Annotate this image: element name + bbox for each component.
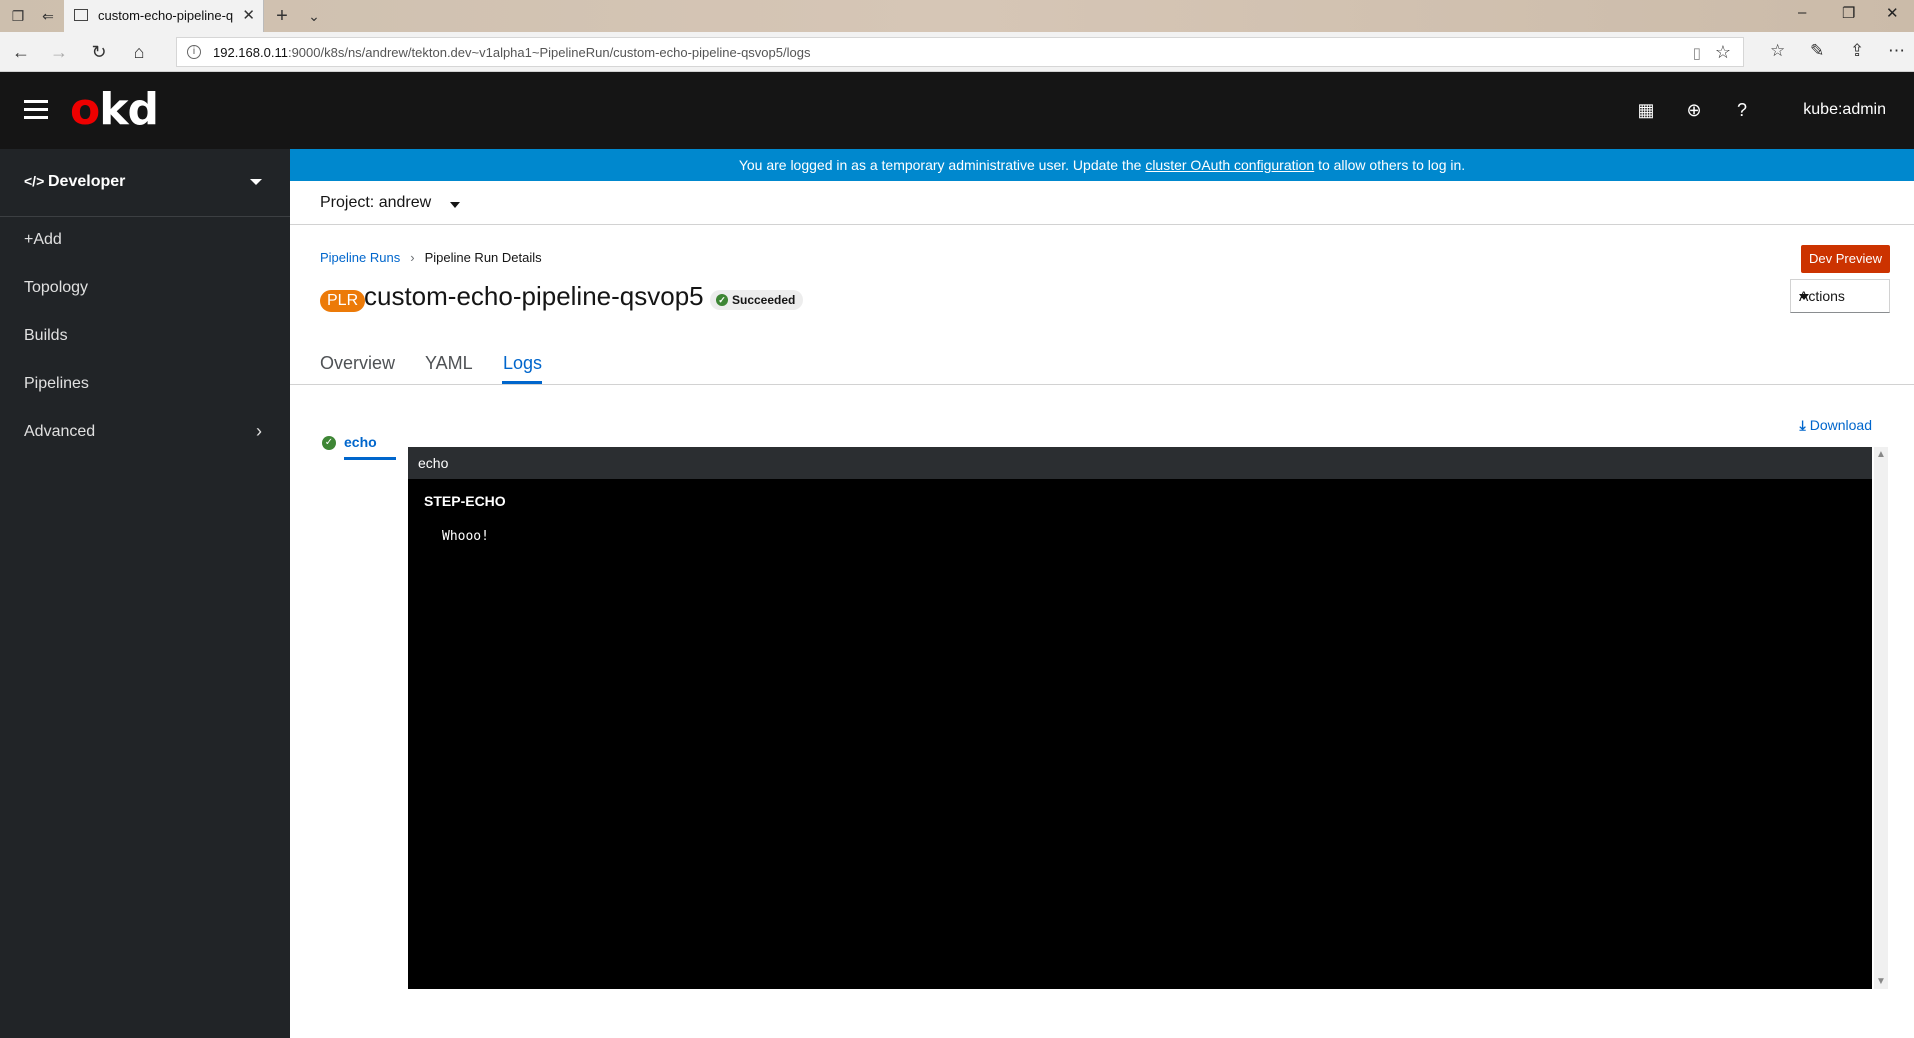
minimize-icon[interactable]: –: [1798, 4, 1806, 21]
sidebar-item-builds[interactable]: Builds: [0, 313, 290, 361]
breadcrumb-pipeline-runs[interactable]: Pipeline Runs: [320, 250, 400, 265]
sidebar-item-add[interactable]: +Add: [0, 217, 290, 265]
check-circle-icon: ✓: [322, 436, 336, 450]
tab-bar: Overview YAML Logs: [290, 343, 1914, 385]
restore-icon[interactable]: ❐: [1842, 4, 1855, 22]
status-badge: ✓ Succeeded: [710, 290, 804, 310]
home-icon[interactable]: ⌂: [128, 41, 150, 63]
url-field[interactable]: i 192.168.0.11:9000/k8s/ns/andrew/tekton…: [176, 37, 1744, 67]
breadcrumb: Pipeline Runs › Pipeline Run Details: [320, 250, 542, 265]
task-list-item[interactable]: ✓ echo: [320, 427, 396, 467]
sidebar-item-advanced[interactable]: Advanced ›: [0, 409, 290, 457]
resource-badge: PLR: [320, 290, 366, 312]
pipeline-run-name: custom-echo-pipeline-qsvop5: [364, 281, 704, 311]
import-plus-icon[interactable]: ⊕: [1684, 100, 1704, 120]
close-window-icon[interactable]: ✕: [1886, 4, 1899, 22]
status-label: Succeeded: [732, 293, 796, 307]
close-tab-icon[interactable]: ✕: [242, 6, 255, 24]
url-text: 192.168.0.11:9000/k8s/ns/andrew/tekton.d…: [213, 45, 810, 60]
new-tab-icon[interactable]: +: [272, 6, 292, 26]
browser-tab[interactable]: custom-echo-pipeline-q ✕: [64, 0, 264, 32]
page-icon: [74, 9, 88, 21]
more-icon[interactable]: ⋯: [1888, 41, 1905, 61]
sidebar-item-label: Topology: [24, 279, 89, 296]
active-task-indicator: [344, 457, 396, 460]
app-launcher-grid-icon[interactable]: ▦: [1636, 100, 1656, 120]
log-step-name: STEP-ECHO: [424, 493, 506, 509]
perspective-label: Developer: [48, 173, 126, 190]
chevron-right-icon: ›: [410, 250, 415, 265]
sidebar-item-pipelines[interactable]: Pipelines: [0, 361, 290, 409]
log-line: Whooo!: [442, 529, 489, 544]
caret-down-icon[interactable]: [450, 202, 460, 208]
tab-logs[interactable]: Logs: [503, 353, 542, 374]
sidebar-item-topology[interactable]: Topology: [0, 265, 290, 313]
tab-actions-icon[interactable]: ❐: [8, 6, 28, 26]
log-window[interactable]: echo STEP-ECHO Whooo!: [408, 447, 1872, 989]
actions-dropdown[interactable]: Actions: [1790, 279, 1890, 313]
cluster-banner: You are logged in as a temporary adminis…: [290, 149, 1914, 181]
active-tab-indicator: [502, 381, 542, 384]
log-scrollbar[interactable]: ▲ ▼: [1874, 447, 1888, 989]
favorites-icon[interactable]: ☆: [1770, 41, 1785, 61]
tab-list-chevron-icon[interactable]: ⌄: [304, 6, 324, 26]
banner-text-end: to allow others to log in.: [1314, 157, 1466, 173]
task-label: echo: [344, 434, 377, 450]
url-host: 192.168.0.11: [213, 45, 288, 60]
notes-icon[interactable]: ✎: [1810, 41, 1824, 61]
log-window-title: echo: [408, 447, 1872, 479]
banner-text: You are logged in as a temporary adminis…: [738, 157, 1146, 173]
caret-down-icon: [1799, 294, 1809, 300]
project-bar: Project: andrew: [290, 181, 1914, 225]
download-label: Download: [1809, 417, 1872, 433]
browser-address-bar: ← → ↻ ⌂ i 192.168.0.11:9000/k8s/ns/andre…: [0, 32, 1914, 72]
tab-yaml[interactable]: YAML: [425, 353, 473, 374]
refresh-icon[interactable]: ↻: [88, 41, 110, 63]
set-aside-tabs-icon[interactable]: ⇐: [38, 6, 58, 26]
dev-preview-badge: Dev Preview: [1801, 245, 1890, 273]
sidebar-item-label: +Add: [24, 231, 62, 248]
masthead: okd ▦ ⊕ ? kube:admin: [0, 72, 1914, 149]
reading-view-icon[interactable]: ▯: [1693, 44, 1701, 62]
tab-title: custom-echo-pipeline-q: [98, 8, 234, 23]
oauth-config-link[interactable]: cluster OAuth configuration: [1145, 157, 1314, 173]
main-content: You are logged in as a temporary adminis…: [290, 149, 1914, 1038]
favorite-star-icon[interactable]: ☆: [1715, 42, 1731, 63]
scroll-down-icon[interactable]: ▼: [1876, 976, 1886, 987]
breadcrumb-current: Pipeline Run Details: [424, 250, 542, 265]
share-icon[interactable]: ⇪: [1850, 41, 1864, 61]
sidebar-item-label: Advanced: [24, 423, 96, 440]
chevron-right-icon: ›: [256, 421, 262, 441]
sidebar-item-label: Builds: [24, 327, 68, 344]
scroll-up-icon[interactable]: ▲: [1876, 449, 1886, 460]
okd-logo[interactable]: okd: [70, 84, 159, 135]
browser-tab-bar: ❐ ⇐ custom-echo-pipeline-q ✕ + ⌄ – ❐ ✕: [0, 0, 1914, 32]
url-path: :9000/k8s/ns/andrew/tekton.dev~v1alpha1~…: [287, 45, 811, 60]
caret-down-icon: [250, 179, 262, 185]
code-icon: </>: [24, 173, 45, 189]
download-icon: ⤓: [1799, 417, 1806, 433]
sidebar-item-label: Pipelines: [24, 375, 89, 392]
perspective-switcher[interactable]: </> Developer: [0, 149, 290, 217]
back-icon[interactable]: ←: [10, 41, 32, 63]
download-button[interactable]: ⤓ Download: [1800, 417, 1872, 434]
sidebar: </> Developer +Add Topology Builds Pipel…: [0, 149, 290, 1038]
forward-icon[interactable]: →: [48, 41, 70, 63]
hamburger-menu-icon[interactable]: [24, 100, 48, 120]
help-icon[interactable]: ?: [1732, 100, 1752, 120]
check-circle-icon: ✓: [716, 294, 728, 306]
project-dropdown[interactable]: Project: andrew: [320, 194, 431, 212]
tab-overview[interactable]: Overview: [320, 353, 395, 374]
user-menu[interactable]: kube:admin: [1803, 101, 1886, 119]
info-icon[interactable]: i: [187, 45, 201, 59]
